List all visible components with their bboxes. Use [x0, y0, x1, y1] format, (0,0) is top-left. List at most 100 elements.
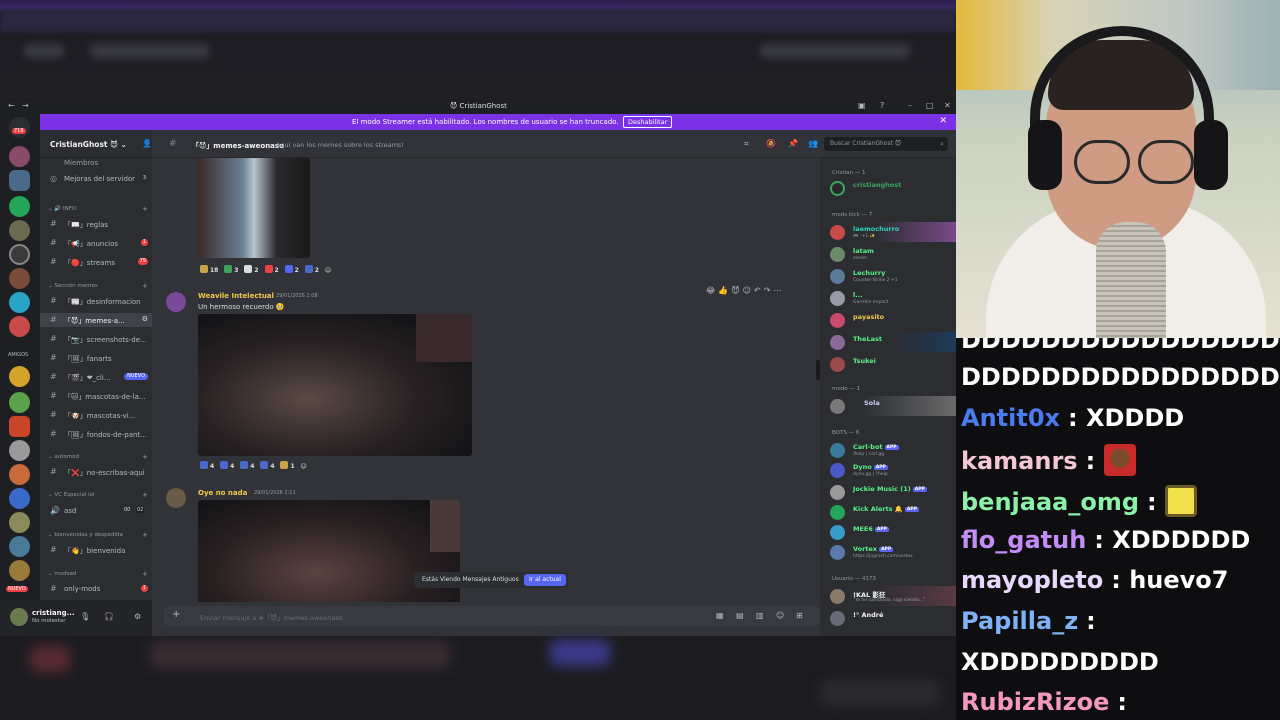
member-item[interactable]: !° André: [820, 608, 956, 628]
add-attachment-icon[interactable]: +: [172, 609, 180, 620]
channel-bienvenida[interactable]: # 「👋」bienvenida: [40, 543, 152, 557]
thumbs-up-icon[interactable]: 👍: [718, 286, 731, 295]
category-bienvenidas[interactable]: ⌄ bienvenidas y despedida +: [48, 531, 148, 539]
headphones-icon[interactable]: 🎧: [104, 612, 114, 621]
channel-mascotas-vi[interactable]: # 「🐶」mascotas-vi...: [40, 408, 152, 422]
forward-icon[interactable]: ↷: [764, 286, 774, 295]
reaction-chip[interactable]: 4: [200, 461, 214, 470]
server-icon[interactable]: [9, 512, 30, 533]
apps-icon[interactable]: ⊞: [796, 611, 803, 620]
member-item[interactable]: Kick Alerts 🔔 APP: [820, 502, 956, 522]
avatar[interactable]: [166, 292, 186, 312]
add-reaction-icon[interactable]: ☺: [743, 286, 754, 295]
member-item[interactable]: l... Genshin Impact: [820, 288, 956, 308]
reaction-chip[interactable]: 2: [284, 265, 299, 274]
channel-screenshots[interactable]: # 「📷」screenshots-de...: [40, 332, 152, 346]
inbox-icon[interactable]: ▣: [858, 101, 866, 110]
add-reaction-icon[interactable]: ☺: [325, 267, 331, 274]
notification-bell-icon[interactable]: 🔕: [766, 139, 776, 148]
message-author[interactable]: Weavile Intelectual: [198, 292, 274, 300]
devil-icon[interactable]: 😈: [731, 286, 742, 295]
category-memes[interactable]: ⌄ Sección memes +: [48, 282, 148, 290]
member-item[interactable]: payasito: [820, 310, 956, 330]
member-item[interactable]: Dyno APP dyno.gg | ?help: [820, 460, 956, 480]
server-icon[interactable]: [9, 146, 30, 167]
message-image[interactable]: [198, 158, 310, 258]
reaction-chip[interactable]: 4: [260, 461, 275, 470]
reaction-chip[interactable]: 3: [224, 265, 238, 274]
add-member-icon[interactable]: 👤: [142, 139, 152, 148]
microphone-icon[interactable]: 🎙: [80, 612, 90, 621]
search-input[interactable]: Buscar CristianGhost 😈 ⌕: [824, 137, 948, 151]
channel-only-mods[interactable]: # only-mods 1: [40, 582, 152, 596]
member-item[interactable]: MEE6 APP: [820, 522, 956, 542]
upload-arrow-icon[interactable]: [9, 196, 30, 217]
sticker-icon[interactable]: ▥: [756, 611, 764, 620]
category-vc[interactable]: ⌄ VC Especial lol +: [48, 491, 148, 499]
reply-icon[interactable]: ↶: [754, 286, 764, 295]
channel-memes-active[interactable]: # 「😈」memes-a... ⚙: [40, 313, 152, 327]
channel-anuncios[interactable]: # 「📢」anuncios 1: [40, 236, 152, 250]
back-arrow-icon[interactable]: ←: [8, 101, 15, 110]
member-item[interactable]: TheLast: [820, 332, 956, 352]
threads-icon[interactable]: ⌗: [744, 139, 749, 149]
member-item[interactable]: Carl-bot APP/help | carl.gg: [820, 440, 956, 460]
member-item[interactable]: laemochurro 🎮 ·+1·✨: [820, 222, 956, 242]
minimize-icon[interactable]: –: [908, 101, 912, 110]
gif-icon[interactable]: ▤: [736, 611, 744, 620]
message-composer[interactable]: + Enviar mensaje a #「😈」memes-aweonaso ▦ …: [164, 606, 820, 626]
member-list-icon[interactable]: 👥: [808, 139, 818, 148]
reaction-quick-icon[interactable]: 😂: [706, 286, 718, 295]
close-banner-icon[interactable]: ✕: [939, 116, 947, 126]
gift-icon[interactable]: ▦: [716, 611, 724, 620]
server-icon[interactable]: [9, 366, 30, 387]
message-author[interactable]: Oye no nada: [198, 489, 247, 497]
reaction-chip[interactable]: 4: [220, 461, 234, 470]
server-icon[interactable]: [9, 560, 30, 581]
server-icon[interactable]: [9, 392, 30, 413]
server-icon[interactable]: [9, 488, 30, 509]
channel-reglas[interactable]: # 「📖」reglas: [40, 217, 152, 231]
category-info[interactable]: ⌄ 🔊 INFO +: [48, 205, 148, 213]
member-item[interactable]: cristianghost: [820, 178, 956, 198]
category-automod[interactable]: ⌄ automod +: [48, 453, 148, 461]
server-icon[interactable]: [9, 244, 30, 265]
message-image[interactable]: [198, 314, 472, 456]
server-icon[interactable]: [9, 220, 30, 241]
channel-no-escribas[interactable]: # 「❌」no-escribas-aqui: [40, 465, 152, 479]
server-icon[interactable]: [9, 316, 30, 337]
member-item[interactable]: !KAL 影狂 "Yo he cambiado, sigo siendo...": [820, 586, 956, 606]
member-item[interactable]: Vortex APP https://jagrosh.com/vortex: [820, 542, 956, 562]
emoji-icon[interactable]: ☺: [776, 611, 784, 620]
channel-desinformacion[interactable]: # 「📰」desinformacion: [40, 294, 152, 308]
reaction-chip[interactable]: 18: [200, 265, 218, 274]
help-icon[interactable]: ?: [880, 101, 884, 110]
disable-streamer-mode-button[interactable]: Deshabilitar: [623, 116, 673, 128]
server-icon[interactable]: [9, 170, 30, 191]
member-item[interactable]: Tsukei: [820, 354, 956, 374]
server-icon[interactable]: [9, 464, 30, 485]
avatar[interactable]: [166, 488, 186, 508]
server-icon[interactable]: [9, 416, 30, 437]
voice-channel-asd[interactable]: 🔊 asd 00 02: [40, 504, 152, 518]
reaction-chip[interactable]: 4: [240, 461, 254, 470]
channel-mascotas-de-la[interactable]: # 「🐱」mascotas-de-la...: [40, 389, 152, 403]
reaction-chip[interactable]: 1: [280, 461, 295, 470]
category-modsad[interactable]: ⌄ modsad +: [48, 570, 148, 578]
forward-arrow-icon[interactable]: →: [22, 101, 29, 110]
add-reaction-icon[interactable]: ☺: [301, 463, 307, 470]
members-link[interactable]: Miembros: [40, 156, 152, 170]
channel-fanarts[interactable]: # 「🖼」fanarts: [40, 351, 152, 365]
jump-to-present-button[interactable]: Ir al actual: [524, 574, 566, 586]
member-item[interactable]: Lechurry Counter-Strike 2 +1: [820, 266, 956, 286]
maximize-icon[interactable]: □: [926, 101, 934, 110]
reaction-chip[interactable]: 2: [244, 265, 259, 274]
server-icon[interactable]: [9, 536, 30, 557]
reaction-chip[interactable]: 2: [304, 265, 319, 274]
server-icon[interactable]: [9, 268, 30, 289]
close-window-icon[interactable]: ✕: [944, 101, 951, 110]
channel-streams[interactable]: # 「🔴」streams 79: [40, 255, 152, 269]
server-icon[interactable]: [9, 292, 30, 313]
member-item[interactable]: Jockie Music (1) APP: [820, 482, 956, 502]
member-item[interactable]: latam steam: [820, 244, 956, 264]
